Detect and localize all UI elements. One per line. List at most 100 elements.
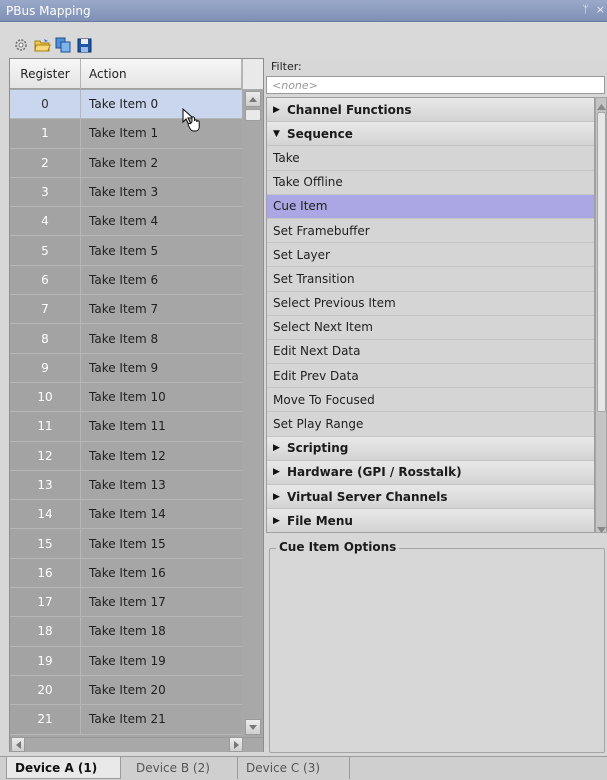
tree-group[interactable]: ▶ Hardware (GPI / Rosstalk) xyxy=(267,460,594,485)
register-cell: 7 xyxy=(10,295,81,324)
tab-device-c[interactable]: Device C (3) xyxy=(238,757,350,779)
tree-item[interactable]: Select Previous Item xyxy=(267,291,594,316)
tree-group[interactable]: ▶ File Menu xyxy=(267,509,594,532)
table-row[interactable]: 9 Take Item 9 xyxy=(10,353,242,383)
action-cell[interactable]: Take Item 6 xyxy=(81,266,242,294)
action-cell[interactable]: Take Item 2 xyxy=(81,149,242,177)
open-folder-icon[interactable] xyxy=(33,36,51,54)
scroll-down-icon[interactable] xyxy=(245,719,261,735)
action-cell[interactable]: Take Item 13 xyxy=(81,471,242,499)
grid-vertical-scrollbar[interactable] xyxy=(243,90,263,737)
table-row[interactable]: 11 Take Item 11 xyxy=(10,412,242,442)
table-row[interactable]: 19 Take Item 19 xyxy=(10,646,242,676)
tree-group[interactable]: ▶ Scripting xyxy=(267,436,594,461)
tree-vertical-scrollbar[interactable] xyxy=(595,97,607,533)
table-row[interactable]: 17 Take Item 17 xyxy=(10,588,242,618)
table-row[interactable]: 1 Take Item 1 xyxy=(10,119,242,149)
table-row[interactable]: 13 Take Item 13 xyxy=(10,470,242,501)
action-cell[interactable]: Take Item 19 xyxy=(81,647,242,675)
triangle-right-icon[interactable]: ▶ xyxy=(273,492,283,502)
tab-device-b[interactable]: Device B (2) xyxy=(128,757,238,779)
table-row[interactable]: 10 Take Item 10 xyxy=(10,382,242,413)
tree-item[interactable]: Set Framebuffer xyxy=(267,218,594,244)
triangle-right-icon[interactable]: ▶ xyxy=(273,105,283,115)
tree-label: Edit Prev Data xyxy=(273,368,359,383)
close-icon[interactable]: × xyxy=(596,3,605,16)
tree-item[interactable]: Cue Item xyxy=(267,194,594,219)
action-cell[interactable]: Take Item 4 xyxy=(81,207,242,235)
scroll-thumb[interactable] xyxy=(245,109,261,121)
settings-gear-icon[interactable] xyxy=(12,36,30,54)
grid-horizontal-scrollbar[interactable] xyxy=(10,737,263,752)
action-cell[interactable]: Take Item 20 xyxy=(81,676,242,704)
register-cell: 15 xyxy=(10,529,81,558)
hand-cursor-icon xyxy=(182,107,202,135)
action-cell[interactable]: Take Item 12 xyxy=(81,442,242,470)
table-row[interactable]: 12 Take Item 12 xyxy=(10,441,242,471)
table-row[interactable]: 8 Take Item 8 xyxy=(10,324,242,354)
window-title: PBus Mapping xyxy=(6,3,91,18)
action-cell[interactable]: Take Item 14 xyxy=(81,500,242,528)
action-cell[interactable]: Take Item 0 xyxy=(81,90,242,119)
triangle-right-icon[interactable]: ▶ xyxy=(273,443,283,453)
tree-item[interactable]: Move To Focused xyxy=(267,388,594,413)
action-cell[interactable]: Take Item 3 xyxy=(81,178,242,206)
tree-scroll-down-icon[interactable] xyxy=(597,522,606,536)
table-row[interactable]: 16 Take Item 16 xyxy=(10,558,242,589)
action-cell[interactable]: Take Item 8 xyxy=(81,324,242,352)
tree-item[interactable]: Edit Next Data xyxy=(267,339,594,365)
save-icon[interactable] xyxy=(75,36,93,54)
filter-input[interactable]: <none> xyxy=(266,76,605,94)
action-cell[interactable]: Take Item 16 xyxy=(81,559,242,587)
table-row[interactable]: 21 Take Item 21 xyxy=(10,705,242,735)
table-row[interactable]: 20 Take Item 20 xyxy=(10,675,242,706)
triangle-down-icon[interactable]: ▼ xyxy=(273,129,283,139)
table-row[interactable]: 3 Take Item 3 xyxy=(10,177,242,208)
tree-item[interactable]: Take xyxy=(267,146,594,171)
register-cell: 9 xyxy=(10,353,81,382)
tree-group[interactable]: ▼ Sequence xyxy=(267,122,594,147)
table-row[interactable]: 5 Take Item 5 xyxy=(10,236,242,266)
tab-device-a[interactable]: Device A (1) xyxy=(6,757,121,779)
window-titlebar: PBus Mapping ᛘ × xyxy=(0,0,607,22)
scroll-right-icon[interactable] xyxy=(229,737,243,752)
tree-item[interactable]: Select Next Item xyxy=(267,315,594,340)
register-column-header[interactable]: Register xyxy=(10,59,81,89)
tree-group[interactable]: ▶ Channel Functions xyxy=(267,98,594,123)
tree-item[interactable]: Take Offline xyxy=(267,170,594,195)
table-row[interactable]: 2 Take Item 2 xyxy=(10,148,242,178)
action-cell[interactable]: Take Item 9 xyxy=(81,354,242,382)
register-grid[interactable]: Register Action 0 Take Item 0 1 Take Item 1… xyxy=(9,58,264,752)
tree-item[interactable]: Edit Prev Data xyxy=(267,364,594,389)
action-cell[interactable]: Take Item 1 xyxy=(81,119,242,147)
action-cell[interactable]: Take Item 10 xyxy=(81,383,242,411)
table-row[interactable]: 4 Take Item 4 xyxy=(10,207,242,237)
action-cell[interactable]: Take Item 15 xyxy=(81,529,242,557)
action-column-header[interactable]: Action xyxy=(81,59,242,89)
table-row[interactable]: 0 Take Item 0 xyxy=(10,90,242,120)
tree-scroll-up-icon[interactable] xyxy=(597,99,606,113)
table-row[interactable]: 18 Take Item 18 xyxy=(10,617,242,647)
scroll-left-icon[interactable] xyxy=(11,737,25,752)
table-row[interactable]: 6 Take Item 6 xyxy=(10,265,242,296)
action-cell[interactable]: Take Item 5 xyxy=(81,236,242,264)
table-row[interactable]: 14 Take Item 14 xyxy=(10,500,242,530)
action-cell[interactable]: Take Item 18 xyxy=(81,617,242,645)
table-row[interactable]: 7 Take Item 7 xyxy=(10,295,242,325)
tree-item[interactable]: Set Play Range xyxy=(267,412,594,437)
table-row[interactable]: 15 Take Item 15 xyxy=(10,529,242,559)
triangle-right-icon[interactable]: ▶ xyxy=(273,516,283,526)
copy-icon[interactable] xyxy=(54,36,72,54)
pin-icon[interactable]: ᛘ xyxy=(582,3,589,16)
register-cell: 4 xyxy=(10,207,81,236)
tree-group[interactable]: ▶ Virtual Server Channels xyxy=(267,485,594,510)
action-cell[interactable]: Take Item 11 xyxy=(81,412,242,440)
action-cell[interactable]: Take Item 17 xyxy=(81,588,242,616)
tree-scroll-thumb[interactable] xyxy=(597,112,606,412)
scroll-up-icon[interactable] xyxy=(245,91,261,107)
action-cell[interactable]: Take Item 7 xyxy=(81,295,242,323)
action-cell[interactable]: Take Item 21 xyxy=(81,705,242,733)
tree-item[interactable]: Set Layer xyxy=(267,243,594,268)
tree-item[interactable]: Set Transition xyxy=(267,267,594,292)
triangle-right-icon[interactable]: ▶ xyxy=(273,467,283,477)
